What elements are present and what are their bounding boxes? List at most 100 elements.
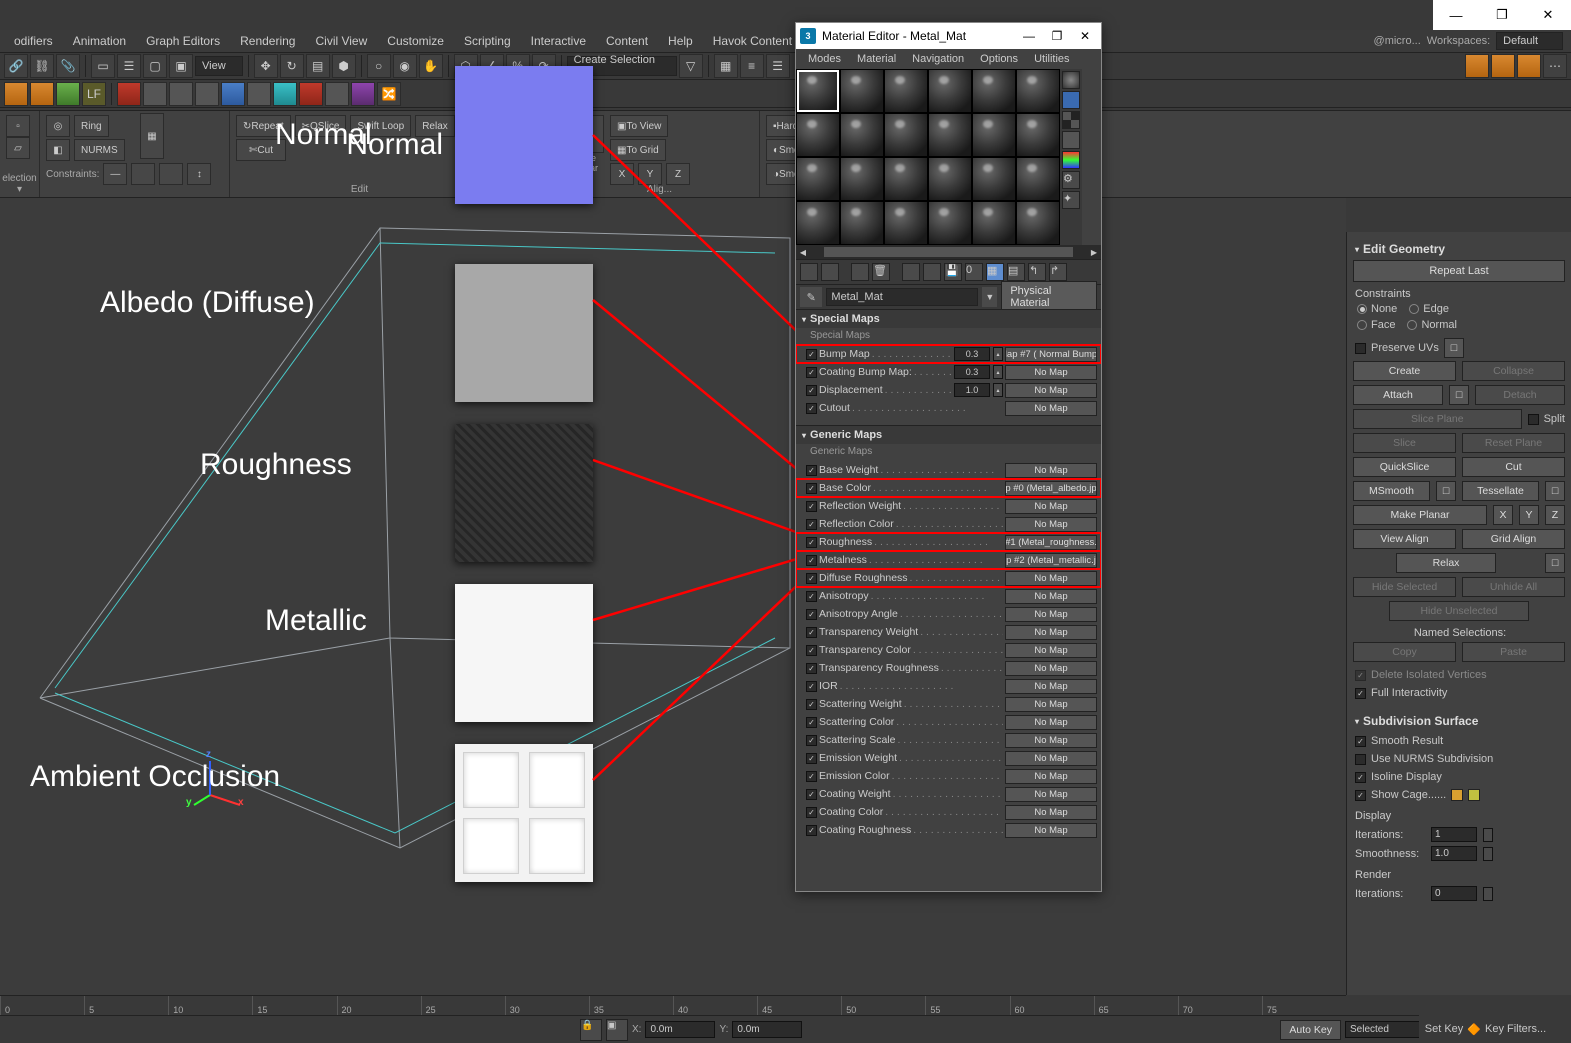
constraint-normal-radio[interactable]: Normal <box>1407 319 1456 331</box>
material-slot-18[interactable] <box>796 201 840 245</box>
material-slot-2[interactable] <box>884 69 928 113</box>
map-enable-checkbox[interactable] <box>806 403 817 414</box>
setkey-icon[interactable]: 🔶 <box>1467 1023 1481 1036</box>
hide-unselected-button[interactable]: Hide Unselected <box>1389 601 1529 621</box>
constraint-none-radio[interactable]: None <box>1357 303 1397 315</box>
material-slot-22[interactable] <box>972 201 1016 245</box>
tessellate-button[interactable]: Tessellate <box>1462 481 1539 501</box>
map-amount-field[interactable]: 1.0 <box>954 383 990 397</box>
rect-select-button[interactable]: ▢ <box>143 54 167 78</box>
cage-color-1[interactable] <box>1451 789 1463 801</box>
show-end-result-icon[interactable]: ▤ <box>1007 263 1025 281</box>
map-enable-checkbox[interactable] <box>806 367 817 378</box>
manip-button[interactable]: ✋ <box>419 54 443 78</box>
map-enable-checkbox[interactable] <box>806 735 817 746</box>
material-slot-16[interactable] <box>972 157 1016 201</box>
align-x-button[interactable]: X <box>610 163 634 185</box>
y-field[interactable]: 0.0m <box>732 1021 802 1038</box>
map-enable-checkbox[interactable] <box>806 573 817 584</box>
go-forward-icon[interactable]: ↱ <box>1049 263 1067 281</box>
setkey-button[interactable]: Set Key <box>1425 1023 1464 1035</box>
material-slot-11[interactable] <box>1016 113 1060 157</box>
map-enable-checkbox[interactable] <box>806 753 817 764</box>
show-map-icon[interactable]: ▦ <box>986 263 1004 281</box>
make-copy-icon[interactable] <box>902 263 920 281</box>
bind-button[interactable]: 📎 <box>56 54 80 78</box>
tessellate-settings-button[interactable]: □ <box>1545 481 1565 501</box>
layer-folder2-icon[interactable] <box>1491 54 1515 78</box>
layer-folder-icon[interactable] <box>1465 54 1489 78</box>
material-slot-12[interactable] <box>796 157 840 201</box>
smooth-result-checkbox[interactable] <box>1355 736 1366 747</box>
window-button[interactable]: ▣ <box>169 54 193 78</box>
constraint-edge-icon[interactable] <box>131 163 155 185</box>
sample-type-icon[interactable] <box>1062 71 1080 89</box>
map-amount-field[interactable]: 0.3 <box>954 365 990 379</box>
eyedropper-icon[interactable]: ✎ <box>800 287 822 307</box>
material-slot-9[interactable] <box>928 113 972 157</box>
move-button[interactable]: ✥ <box>254 54 278 78</box>
shelf-icon-15[interactable]: 🔀 <box>377 82 401 106</box>
center-button[interactable]: ◉ <box>393 54 417 78</box>
cut-button2[interactable]: Cut <box>1462 457 1565 477</box>
material-slot-4[interactable] <box>972 69 1016 113</box>
map-slot-button[interactable]: No Map <box>1005 661 1097 676</box>
map-slot-button[interactable]: No Map <box>1005 805 1097 820</box>
create-button[interactable]: Create <box>1353 361 1456 381</box>
mat-minimize-button[interactable]: — <box>1015 24 1043 48</box>
detach-button[interactable]: Detach <box>1475 385 1565 405</box>
unhide-all-button[interactable]: Unhide All <box>1462 577 1565 597</box>
shelf-icon-13[interactable] <box>325 82 349 106</box>
shelf-icon-1[interactable] <box>4 82 28 106</box>
material-slot-6[interactable] <box>796 113 840 157</box>
put-to-scene-icon[interactable] <box>821 263 839 281</box>
scale-button[interactable]: ▤ <box>306 54 330 78</box>
attach-button[interactable]: Attach <box>1353 385 1443 405</box>
loop-icon[interactable]: ◎ <box>46 115 70 137</box>
reset-plane-button[interactable]: Reset Plane <box>1462 433 1565 453</box>
map-slot-button[interactable]: No Map <box>1005 589 1097 604</box>
menu-item-animation[interactable]: Animation <box>63 31 136 51</box>
constraint-face-icon[interactable] <box>159 163 183 185</box>
smoothness-spinner[interactable] <box>1483 847 1493 861</box>
map-enable-checkbox[interactable] <box>806 771 817 782</box>
map-enable-checkbox[interactable] <box>806 717 817 728</box>
map-slot-button[interactable]: No Map <box>1005 625 1097 640</box>
material-slot-3[interactable] <box>928 69 972 113</box>
map-slot-button[interactable]: No Map <box>1005 383 1097 398</box>
map-enable-checkbox[interactable] <box>806 349 817 360</box>
map-enable-checkbox[interactable] <box>806 807 817 818</box>
map-slot-button[interactable]: No Map <box>1005 769 1097 784</box>
shelf-icon-12[interactable] <box>299 82 323 106</box>
minimize-button[interactable]: — <box>1433 0 1479 30</box>
map-enable-checkbox[interactable] <box>806 825 817 836</box>
material-slot-0[interactable] <box>796 69 840 113</box>
slice-button[interactable]: Slice <box>1353 433 1456 453</box>
menu-item-customize[interactable]: Customize <box>377 31 454 51</box>
constraint-normal-icon[interactable]: ↕ <box>187 163 211 185</box>
menu-item-graph-editors[interactable]: Graph Editors <box>136 31 230 51</box>
special-maps-rollout-header[interactable]: Special Maps <box>796 309 1101 328</box>
backlight-icon[interactable] <box>1062 91 1080 109</box>
map-enable-checkbox[interactable] <box>806 609 817 620</box>
shelf-icon-9[interactable] <box>221 82 245 106</box>
map-slot-button[interactable]: No Map <box>1005 751 1097 766</box>
material-slot-13[interactable] <box>840 157 884 201</box>
preserve-uvs-settings-button[interactable]: □ <box>1444 338 1464 358</box>
menu-item-help[interactable]: Help <box>658 31 703 51</box>
iterations-spinner[interactable] <box>1483 828 1493 842</box>
generic-maps-rollout-header[interactable]: Generic Maps <box>796 425 1101 444</box>
split-checkbox[interactable] <box>1528 414 1539 425</box>
map-slot-button[interactable]: p #2 (Metal_metallic.j <box>1005 553 1097 568</box>
mat-menu-utilities[interactable]: Utilities <box>1026 51 1077 67</box>
constraint-face-radio[interactable]: Face <box>1357 319 1395 331</box>
toview-button[interactable]: ▣ To View <box>610 115 668 137</box>
map-enable-checkbox[interactable] <box>806 501 817 512</box>
edit-geometry-header[interactable]: Edit Geometry <box>1353 238 1565 260</box>
constraint-edge-radio[interactable]: Edge <box>1409 303 1449 315</box>
map-slot-button[interactable]: No Map <box>1005 517 1097 532</box>
material-slot-15[interactable] <box>928 157 972 201</box>
map-slot-button[interactable]: No Map <box>1005 607 1097 622</box>
constraint-none-icon[interactable]: — <box>103 163 127 185</box>
gridalign-button[interactable]: Grid Align <box>1462 529 1565 549</box>
